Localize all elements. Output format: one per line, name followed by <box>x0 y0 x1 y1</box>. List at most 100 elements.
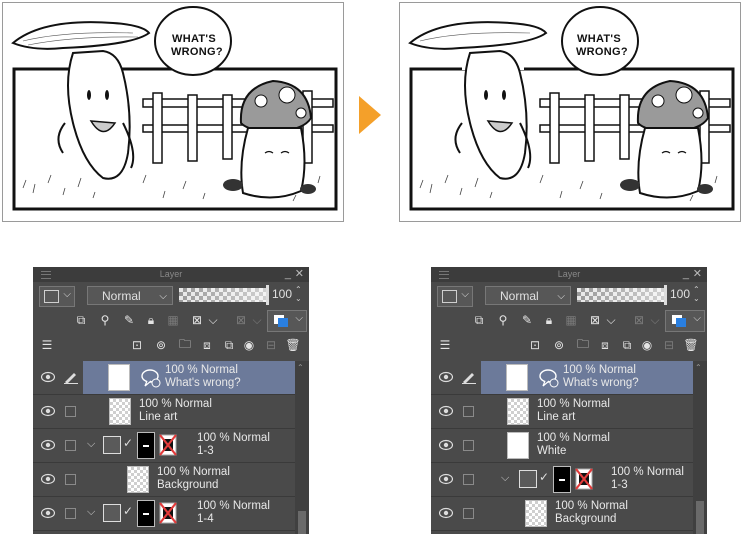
new-vector-layer-icon[interactable]: ⊚ <box>153 337 169 353</box>
ruler-range-icon[interactable]: ⊠ <box>233 312 249 328</box>
ruler-range-icon[interactable]: ⊠ <box>631 312 647 328</box>
transfer-lower-layer-icon[interactable]: ⧈ <box>199 337 215 353</box>
layer-row[interactable]: 100 % Normal What's wrong? <box>431 361 693 395</box>
lock-checkbox[interactable] <box>463 508 474 519</box>
layer-row[interactable]: 100 % Normal Line art <box>431 395 693 429</box>
combine-lower-layer-icon[interactable]: ⧉ <box>619 337 635 353</box>
scroll-up-icon[interactable]: ⌃ <box>297 363 304 372</box>
apply-mask-icon[interactable]: ⊟ <box>661 337 677 353</box>
draft-layer-icon[interactable]: ✎ <box>121 312 137 328</box>
scrollbar-thumb[interactable] <box>298 511 306 534</box>
opacity-spinner-icon[interactable]: ⌃ ⌄ <box>295 285 302 303</box>
chevron-down-icon[interactable]: ⌵ <box>87 506 95 519</box>
combine-lower-layer-icon[interactable]: ⧉ <box>221 337 237 353</box>
chevron-down-icon[interactable]: ⌵ <box>647 312 663 328</box>
lock-checkbox[interactable] <box>463 440 474 451</box>
visibility-eye-icon[interactable] <box>41 405 55 417</box>
visibility-eye-icon[interactable] <box>41 371 55 383</box>
new-raster-layer-icon[interactable]: ⊡ <box>527 337 543 353</box>
layer-color-mode-button[interactable]: ⌵ <box>665 310 705 332</box>
visibility-eye-icon[interactable] <box>41 439 55 451</box>
new-folder-icon[interactable]: 🗀︎ <box>177 337 193 353</box>
layer-row-folder[interactable]: ⌵ ✓ 100 % Normal 1-4 <box>33 497 295 531</box>
visibility-eye-icon[interactable] <box>41 507 55 519</box>
check-icon[interactable]: ✓ <box>539 470 549 484</box>
minimize-button[interactable]: _ <box>285 267 291 282</box>
opacity-slider[interactable] <box>577 285 667 305</box>
blend-mode-select[interactable]: Normal ⌵ <box>485 286 571 305</box>
chevron-down-icon[interactable]: ⌵ <box>87 438 95 451</box>
clip-lower-layer-icon[interactable]: ⧉ <box>73 312 89 328</box>
mask-disabled-icon[interactable] <box>159 502 177 524</box>
lock-checkbox[interactable] <box>65 474 76 485</box>
visibility-eye-icon[interactable] <box>439 473 453 485</box>
mask-disabled-icon[interactable] <box>159 434 177 456</box>
mask-enable-icon[interactable]: ⊠ <box>189 312 205 328</box>
grip-icon[interactable] <box>439 271 449 279</box>
lock-transparency-icon[interactable]: ▦ <box>563 312 579 328</box>
chevron-down-icon[interactable]: ⌵ <box>249 312 265 328</box>
opacity-knob[interactable] <box>664 285 667 305</box>
reference-layer-icon[interactable]: ⚲ <box>495 312 511 328</box>
chevron-down-icon[interactable]: ⌵ <box>603 312 619 328</box>
layer-scrollbar[interactable]: ⌃ <box>295 361 309 534</box>
mask-enable-icon[interactable]: ⊠ <box>587 312 603 328</box>
lock-checkbox[interactable] <box>463 474 474 485</box>
opacity-knob[interactable] <box>266 285 269 305</box>
chevron-down-icon[interactable]: ⌵ <box>501 472 509 485</box>
trash-icon[interactable]: 🗑︎ <box>285 337 301 353</box>
new-vector-layer-icon[interactable]: ⊚ <box>551 337 567 353</box>
layer-list-menu-icon[interactable]: ☰ <box>437 337 453 353</box>
lock-checkbox[interactable] <box>65 440 76 451</box>
layer-color-mode-button[interactable]: ⌵ <box>267 310 307 332</box>
transfer-lower-layer-icon[interactable]: ⧈ <box>597 337 613 353</box>
minimize-button[interactable]: _ <box>683 267 689 282</box>
check-icon[interactable]: ✓ <box>123 436 133 450</box>
opacity-spinner-icon[interactable]: ⌃ ⌄ <box>693 285 700 303</box>
new-raster-layer-icon[interactable]: ⊡ <box>129 337 145 353</box>
layer-panel-titlebar[interactable]: Layer _ ✕ <box>33 267 309 282</box>
close-button[interactable]: ✕ <box>693 267 702 282</box>
visibility-eye-icon[interactable] <box>439 405 453 417</box>
visibility-eye-icon[interactable] <box>439 371 453 383</box>
create-mask-icon[interactable]: ◉ <box>639 337 655 353</box>
visibility-eye-icon[interactable] <box>439 439 453 451</box>
clip-lower-layer-icon[interactable]: ⧉ <box>471 312 487 328</box>
layer-row-folder[interactable]: ⌵ ✓ 100 % Normal 1-3 <box>431 463 693 497</box>
pen-edit-icon[interactable] <box>461 370 477 384</box>
layer-row[interactable]: 100 % Normal Background <box>431 497 693 531</box>
lock-transparency-icon[interactable]: ▦ <box>165 312 181 328</box>
lock-checkbox[interactable] <box>65 508 76 519</box>
pen-edit-icon[interactable] <box>63 370 79 384</box>
layer-row[interactable]: 100 % Normal Line art <box>33 395 295 429</box>
layer-scrollbar[interactable]: ⌃ <box>693 361 707 534</box>
scroll-up-icon[interactable]: ⌃ <box>695 363 702 372</box>
visibility-eye-icon[interactable] <box>41 473 55 485</box>
lock-icon[interactable]: 🔒︎ <box>541 312 557 328</box>
opacity-value[interactable]: 100 <box>670 287 690 301</box>
layer-color-button[interactable]: ⌵ <box>437 286 473 307</box>
close-button[interactable]: ✕ <box>295 267 304 282</box>
create-mask-icon[interactable]: ◉ <box>241 337 257 353</box>
new-folder-icon[interactable]: 🗀︎ <box>575 337 591 353</box>
layer-row[interactable]: 100 % Normal White <box>431 429 693 463</box>
lock-checkbox[interactable] <box>65 406 76 417</box>
layer-list-menu-icon[interactable]: ☰ <box>39 337 55 353</box>
apply-mask-icon[interactable]: ⊟ <box>263 337 279 353</box>
layer-panel-titlebar[interactable]: Layer _ ✕ <box>431 267 707 282</box>
layer-row[interactable]: 100 % Normal What's wrong? <box>33 361 295 395</box>
lock-icon[interactable]: 🔒︎ <box>143 312 159 328</box>
visibility-eye-icon[interactable] <box>439 507 453 519</box>
check-icon[interactable]: ✓ <box>123 504 133 518</box>
reference-layer-icon[interactable]: ⚲ <box>97 312 113 328</box>
layer-row[interactable]: 100 % Normal Background <box>33 463 295 497</box>
layer-color-button[interactable]: ⌵ <box>39 286 75 307</box>
mask-disabled-icon[interactable] <box>575 468 593 490</box>
lock-checkbox[interactable] <box>463 406 474 417</box>
trash-icon[interactable]: 🗑︎ <box>683 337 699 353</box>
opacity-value[interactable]: 100 <box>272 287 292 301</box>
opacity-slider[interactable] <box>179 285 269 305</box>
draft-layer-icon[interactable]: ✎ <box>519 312 535 328</box>
chevron-down-icon[interactable]: ⌵ <box>205 312 221 328</box>
grip-icon[interactable] <box>41 271 51 279</box>
